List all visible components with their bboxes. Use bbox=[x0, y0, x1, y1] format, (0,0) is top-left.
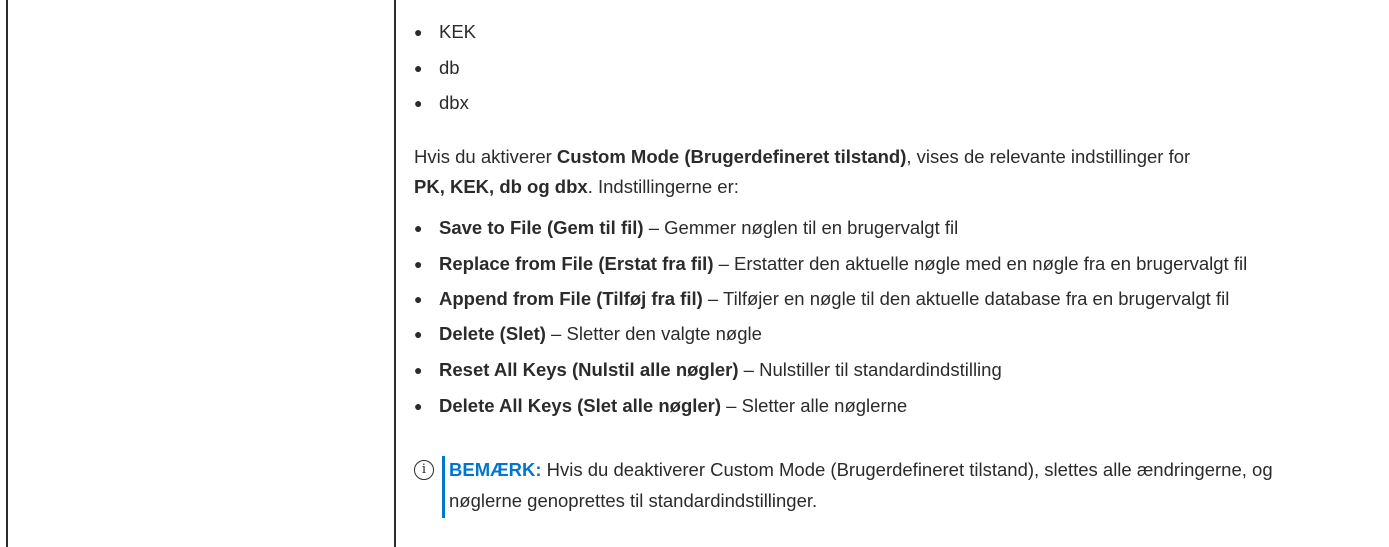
bullet-icon: ● bbox=[414, 219, 423, 236]
bullet-icon: ● bbox=[414, 361, 423, 378]
note-text: BEMÆRK: Hvis du deaktiverer Custom Mode … bbox=[449, 459, 1273, 511]
list-item: ● Append from File (Tilføj fra fil) – Til… bbox=[414, 284, 1374, 313]
bullet-icon: ● bbox=[414, 24, 423, 40]
intro-paragraph: Hvis du aktiverer Custom Mode (Brugerdef… bbox=[414, 145, 1191, 197]
bullet-icon: ● bbox=[414, 290, 423, 307]
list-item: ● Replace from File (Erstat fra fil) – Er… bbox=[414, 249, 1374, 278]
list-item: ● KEK bbox=[414, 17, 1374, 53]
table-column-divider bbox=[394, 0, 396, 547]
bullet-icon: ● bbox=[414, 255, 423, 272]
note-label: BEMÆRK: bbox=[449, 459, 542, 480]
table-cell-content: ● KEK ● db ● dbx Hvis du aktiverer Custom M… bbox=[414, 0, 1374, 427]
options-list: ● Save to File (Gem til fil) – Gemmer nøg… bbox=[414, 213, 1374, 421]
key-list: ● KEK ● db ● dbx bbox=[414, 17, 1374, 124]
table-left-border bbox=[6, 0, 8, 547]
bullet-icon: ● bbox=[414, 95, 423, 111]
bullet-icon: ● bbox=[414, 325, 423, 342]
note-box: i BEMÆRK: Hvis du deaktiverer Custom Mod… bbox=[414, 452, 1374, 524]
bullet-icon: ● bbox=[414, 397, 423, 414]
info-icon: i bbox=[414, 460, 434, 480]
list-item: ● Delete All Keys (Slet alle nøgler) – Sl… bbox=[414, 391, 1374, 421]
list-item: ● Delete (Slet) – Sletter den valgte nøgl… bbox=[414, 319, 1374, 349]
list-item: ● Reset All Keys (Nulstil alle nøgler) – … bbox=[414, 355, 1374, 385]
list-item: ● Save to File (Gem til fil) – Gemmer nøg… bbox=[414, 213, 1374, 243]
bullet-icon: ● bbox=[414, 59, 423, 76]
list-item: ● db bbox=[414, 53, 1374, 89]
list-item: ● dbx bbox=[414, 88, 1374, 124]
note-accent-bar bbox=[442, 456, 445, 518]
